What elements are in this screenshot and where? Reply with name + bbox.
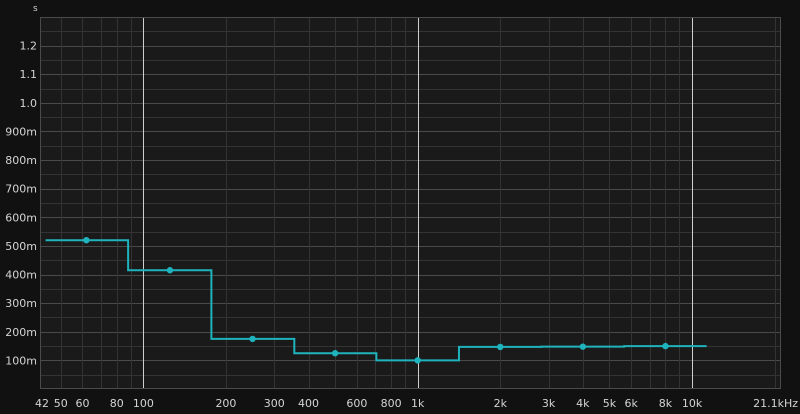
y-tick-label: 100m	[5, 354, 37, 367]
x-tick-label: 80	[110, 397, 124, 410]
data-point[interactable]	[83, 237, 90, 244]
rt60-step-chart: 100m 200m 300m 400m 500m 600m 700m 800m 900m 1.0 1…	[5, 4, 798, 410]
x-tick-label: 4k	[576, 397, 590, 410]
x-tick-label: 6k	[624, 397, 638, 410]
x-tick-label: 5k	[603, 397, 617, 410]
x-tick-label: 8k	[659, 397, 673, 410]
y-tick-label: 500m	[5, 240, 37, 253]
data-point[interactable]	[331, 350, 339, 357]
data-point[interactable]	[249, 335, 256, 343]
y-tick-label: 200m	[5, 326, 37, 339]
y-tick-label: 300m	[5, 297, 37, 310]
x-tick-label: 3k	[542, 397, 556, 410]
x-tick-label: 400	[298, 397, 319, 410]
x-tick-label: 10k	[682, 397, 703, 410]
data-point[interactable]	[579, 343, 587, 350]
x-tick-label: 300	[264, 397, 285, 410]
x-tick-label: 2k	[494, 397, 508, 410]
data-point[interactable]	[414, 357, 421, 364]
data-point[interactable]	[662, 342, 669, 350]
y-tick-label: 800m	[5, 154, 37, 167]
x-tick-label: 42	[35, 397, 49, 410]
y-tick-label: 900m	[5, 125, 37, 138]
x-tick-label: 60	[75, 397, 89, 410]
x-tick-label: 800	[381, 397, 402, 410]
x-tick-label: 600	[346, 397, 367, 410]
x-tick-label: 21.1kHz	[753, 397, 798, 410]
y-tick-label: 700m	[5, 183, 37, 196]
x-tick-label: 100	[133, 397, 154, 410]
y-axis-tick-labels: 100m 200m 300m 400m 500m 600m 700m 800m 900m 1.0 1…	[5, 40, 37, 368]
x-tick-label: 50	[54, 397, 68, 410]
data-point[interactable]	[497, 343, 504, 351]
x-axis-tick-labels: 42 50 60 80 100 200 300 400 600 800 1k 2k 3k 4k 5k 6k 8k…	[35, 397, 798, 410]
rt60-chart-panel: 100m 200m 300m 400m 500m 600m 700m 800m 900m 1.0 1…	[0, 0, 800, 414]
y-tick-label: 1.2	[20, 40, 38, 53]
y-tick-label: 400m	[5, 269, 37, 282]
x-tick-label: 200	[215, 397, 236, 410]
y-axis-unit-label: s	[33, 4, 38, 14]
y-tick-label: 600m	[5, 211, 37, 224]
data-point[interactable]	[166, 267, 174, 274]
y-tick-label: 1.0	[20, 97, 38, 110]
y-tick-label: 1.1	[20, 68, 38, 81]
x-tick-label: 1k	[411, 397, 425, 410]
